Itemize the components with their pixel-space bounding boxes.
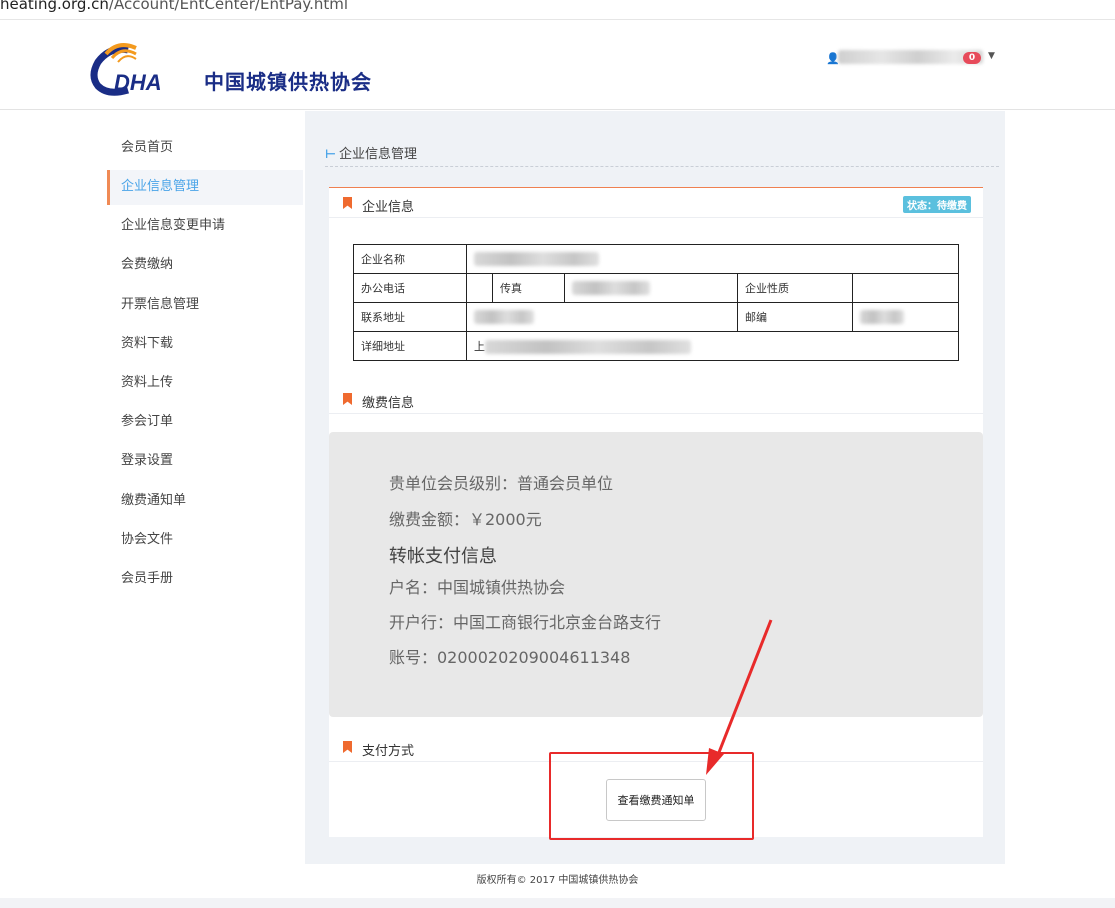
company-info-header: 企业信息 状态：待缴费 [329, 188, 983, 218]
sidebar-item-invoice[interactable]: 开票信息管理 [107, 288, 303, 327]
value-company-nature [852, 273, 959, 303]
sidebar-nav: 会员首页 企业信息管理 企业信息变更申请 会费缴纳 开票信息管理 资料下载 资料… [107, 131, 303, 601]
table-row: 企业名称 [353, 244, 959, 274]
url-path: /Account/EntCenter/EntPay.html [108, 0, 349, 13]
label-company-nature: 企业性质 [737, 273, 853, 303]
value-company-name [466, 244, 959, 274]
value-office-phone [466, 273, 493, 303]
bottom-strip [0, 898, 1115, 908]
payment-method-header: 支付方式 [329, 732, 983, 762]
bookmark-icon [343, 393, 352, 405]
sidebar-item-download[interactable]: 资料下载 [107, 327, 303, 366]
label-company-name: 企业名称 [353, 244, 467, 274]
redacted-value [860, 310, 904, 324]
footer: 版权所有© 2017 中国城镇供热协会 [0, 864, 1115, 898]
label-fax: 传真 [492, 273, 565, 303]
bookmark-icon [343, 741, 352, 753]
sidebar-item-documents[interactable]: 协会文件 [107, 523, 303, 562]
sidebar-item-info-change[interactable]: 企业信息变更申请 [107, 209, 303, 248]
sidebar-item-payment-notice[interactable]: 缴费通知单 [107, 484, 303, 523]
account-name-text: 户名：中国城镇供热协会 [389, 578, 566, 597]
sidebar-item-fee-payment[interactable]: 会费缴纳 [107, 248, 303, 287]
redacted-value [474, 252, 599, 266]
cdha-logo-icon: DHA [90, 43, 162, 96]
table-row: 详细地址 上 [353, 331, 959, 361]
value-postcode [852, 302, 959, 332]
value-detail-address: 上 [466, 331, 959, 361]
payment-info-header: 缴费信息 [329, 384, 983, 414]
sidebar-item-meeting-orders[interactable]: 参会订单 [107, 405, 303, 444]
sidebar-item-company-info[interactable]: 企业信息管理 [107, 170, 303, 206]
chevron-down-icon[interactable]: ▼ [988, 51, 995, 61]
redacted-value [474, 310, 534, 324]
label-office-phone: 办公电话 [353, 273, 467, 303]
transfer-info-heading: 转帐支付信息 [389, 546, 497, 567]
sidebar-item-login-settings[interactable]: 登录设置 [107, 444, 303, 483]
main-content: ⊢ 企业信息管理 企业信息 状态：待缴费 企业名称 办公电话 传真 企业性质 联系… [305, 111, 1005, 864]
breadcrumb-label: 企业信息管理 [339, 147, 418, 162]
value-address [466, 302, 738, 332]
bookmark-icon [343, 197, 352, 209]
redacted-value [572, 281, 650, 295]
status-badge: 状态：待缴费 [903, 196, 971, 213]
tree-list-icon: ⊢ [325, 147, 336, 161]
org-name: 中国城镇供热协会 [204, 70, 372, 94]
notification-badge[interactable]: 0 [963, 52, 981, 64]
sidebar-item-home[interactable]: 会员首页 [107, 131, 303, 170]
table-row: 办公电话 传真 企业性质 [353, 273, 959, 303]
company-info-table: 企业名称 办公电话 传真 企业性质 联系地址 邮编 详细地址 上 [353, 244, 959, 361]
fee-amount-text: 缴费金额：￥2000元 [389, 510, 542, 529]
section-title: 缴费信息 [362, 396, 415, 411]
username-redacted [838, 50, 983, 64]
table-row: 联系地址 邮编 [353, 302, 959, 332]
url-domain: heating.org.cn [0, 0, 109, 13]
payment-info-box: 贵单位会员级别：普通会员单位 缴费金额：￥2000元 转帐支付信息 户名：中国城… [329, 432, 983, 717]
label-address: 联系地址 [353, 302, 467, 332]
value-fax [564, 273, 738, 303]
site-logo[interactable]: DHA 中国城镇供热协会 [88, 40, 378, 96]
view-payment-notice-button[interactable]: 查看缴费通知单 [606, 779, 706, 821]
right-margin [1005, 111, 1115, 864]
bank-name-text: 开户行：中国工商银行北京金台路支行 [389, 613, 662, 632]
user-menu[interactable]: 👤 0 ▼ [826, 50, 1006, 66]
redacted-value [485, 340, 691, 354]
sidebar-item-upload[interactable]: 资料上传 [107, 366, 303, 405]
detail-address-prefix: 上 [474, 340, 485, 353]
logo-letters: DHA [114, 70, 162, 95]
content-panel: 企业信息 状态：待缴费 企业名称 办公电话 传真 企业性质 联系地址 邮编 详细… [329, 187, 983, 837]
site-header: DHA 中国城镇供热协会 👤 0 ▼ [0, 20, 1115, 110]
account-number-text: 账号：0200020209004611348 [389, 648, 631, 667]
label-postcode: 邮编 [737, 302, 853, 332]
breadcrumb: ⊢ 企业信息管理 [325, 143, 999, 167]
sidebar-item-handbook[interactable]: 会员手册 [107, 562, 303, 601]
member-level-text: 贵单位会员级别：普通会员单位 [389, 474, 614, 493]
section-title: 支付方式 [362, 744, 415, 759]
sidebar: 会员首页 企业信息管理 企业信息变更申请 会费缴纳 开票信息管理 资料下载 资料… [0, 111, 305, 864]
section-title: 企业信息 [362, 200, 415, 215]
browser-url-bar[interactable]: heating.org.cn/Account/EntCenter/EntPay.… [0, 0, 1115, 20]
label-detail-address: 详细地址 [353, 331, 467, 361]
